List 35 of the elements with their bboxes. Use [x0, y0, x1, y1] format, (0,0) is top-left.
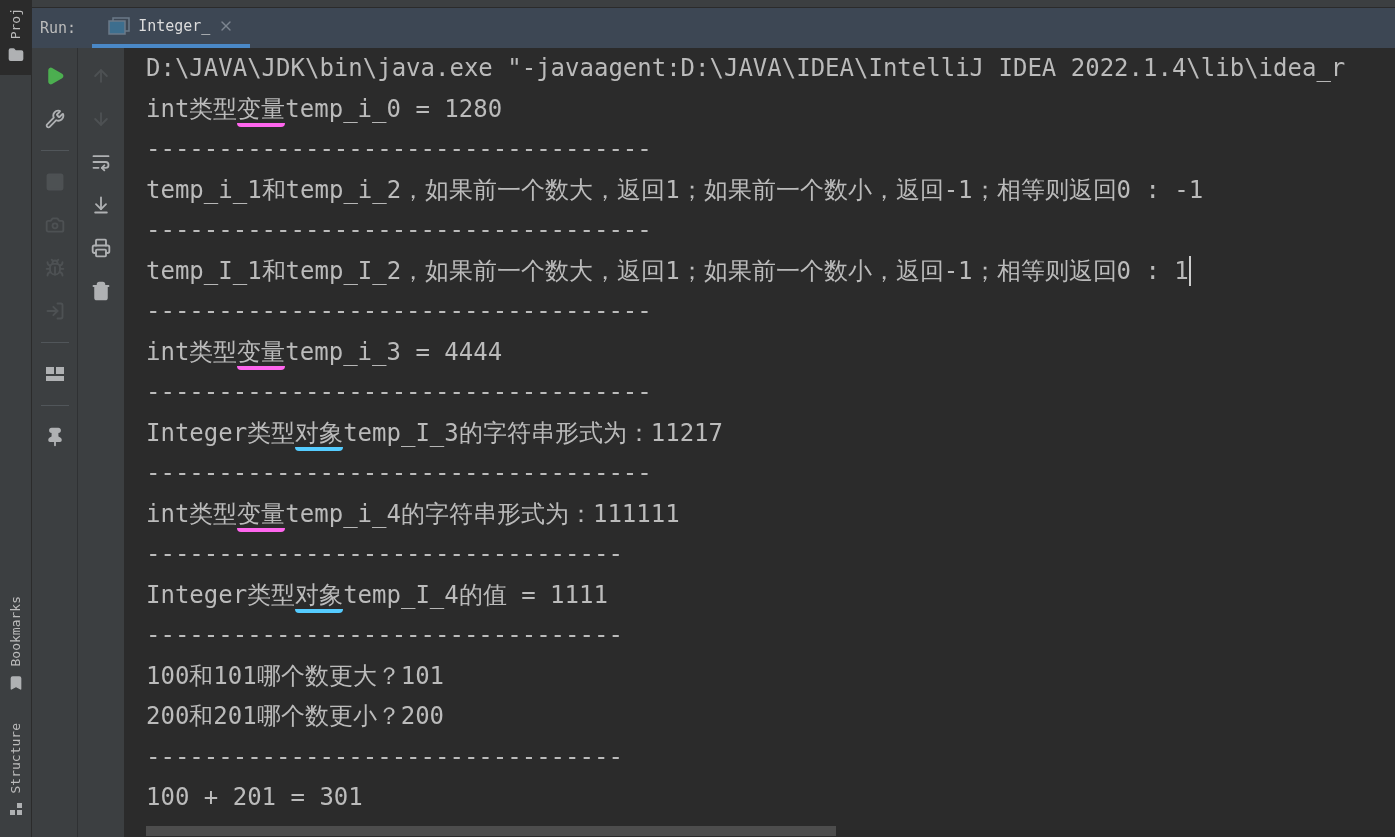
wrench-icon	[44, 109, 65, 129]
console-line: Integer类型对象temp_I_3的字符串形式为：11217	[146, 417, 723, 448]
console-line: ---------------------------------	[146, 741, 623, 772]
tool-window-label[interactable]: Proj	[9, 8, 22, 40]
tab-label: Integer_	[138, 15, 211, 37]
console-line: int类型变量temp_i_3 = 4444	[146, 336, 503, 367]
soft-wrap-icon	[91, 152, 111, 172]
trash-icon	[91, 281, 111, 301]
console-line: -----------------------------------	[146, 215, 652, 246]
printer-icon	[91, 238, 111, 258]
tool-window-label[interactable]: Bookmarks	[9, 596, 22, 667]
console-line: -----------------------------------	[146, 458, 652, 489]
console-line: -----------------------------------	[146, 296, 652, 327]
console-line: 200和201哪个数更小？200	[146, 701, 445, 732]
console-line: int类型变量temp_i_4的字符串形式为：111111	[146, 498, 680, 529]
text-cursor	[1188, 255, 1191, 286]
scroll-to-end-icon	[91, 195, 111, 215]
console-line: ---------------------------------	[146, 620, 623, 651]
horizontal-scrollbar[interactable]	[146, 826, 836, 836]
console-line: 100和101哪个数更大？101	[146, 660, 445, 691]
folder-icon	[7, 47, 24, 64]
console-line: 100 + 201 = 301	[146, 782, 363, 813]
run-label: Run:	[40, 17, 77, 39]
console-line: ---------------------------------	[146, 539, 623, 570]
console-line: Integer类型对象temp_I_4的值 = 1111	[146, 579, 608, 610]
tool-window-label[interactable]: Structure	[9, 722, 22, 793]
console-line: int类型变量temp_i_0 = 1280	[146, 93, 503, 124]
console-line: D:\JAVA\JDK\bin\java.exe "-javaagent:D:\JAVA\IDEA\IntelliJ IDEA 2022.1.4\lib\idea_r	[146, 53, 1346, 84]
console-line: temp_i_1和temp_i_2，如果前一个数大，返回1；如果前一个数小，返回-1；相等则返回0 : -1	[146, 174, 1204, 205]
console-line: -----------------------------------	[146, 377, 652, 408]
layout-icon	[44, 365, 65, 383]
console-line: temp_I_1和temp_I_2，如果前一个数大，返回1；如果前一个数小，返回-1；相等则返回0 : 1	[146, 255, 1189, 286]
structure-icon	[7, 801, 24, 817]
console-icon	[108, 17, 131, 35]
console-line: -----------------------------------	[146, 134, 652, 165]
